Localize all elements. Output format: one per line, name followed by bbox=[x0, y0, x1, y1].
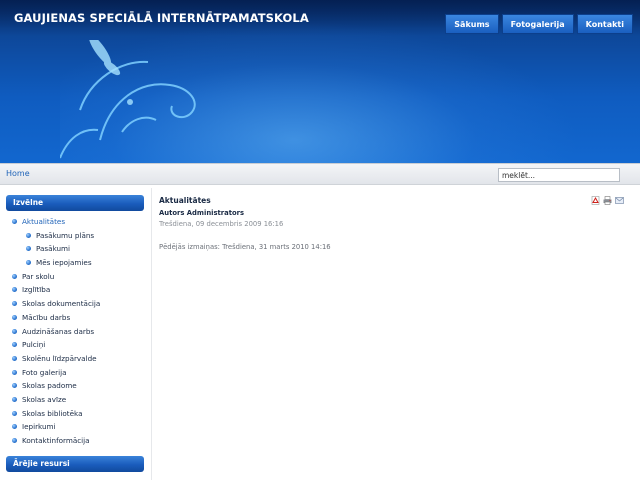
menu-item-skolas-avize[interactable]: Skolas avīze bbox=[6, 393, 146, 407]
pdf-icon[interactable] bbox=[591, 196, 600, 205]
menu-item-label: Aktualitātes bbox=[22, 217, 66, 226]
article-title: Aktualitātes bbox=[159, 196, 211, 205]
menu-item-iepirkumi[interactable]: Iepirkumi bbox=[6, 420, 146, 434]
menu-item-label: Kontaktinformācija bbox=[22, 436, 90, 445]
bullet-icon bbox=[26, 232, 31, 238]
breadcrumb-home-link[interactable]: Home bbox=[6, 169, 30, 178]
bullet-icon bbox=[12, 287, 17, 293]
menu-item-pulcini[interactable]: Pulciņi bbox=[6, 338, 146, 352]
swirl-ornament bbox=[60, 40, 196, 159]
nav-home[interactable]: Sākums bbox=[445, 14, 499, 34]
search-input[interactable] bbox=[498, 168, 620, 182]
menu-item-label: Foto galerija bbox=[22, 367, 67, 377]
menu-item-label: Pasākumu plāns bbox=[36, 230, 95, 240]
menu-item-label: Skolas dokumentācija bbox=[22, 299, 101, 309]
print-icon[interactable] bbox=[603, 196, 612, 205]
nav-photo-gallery[interactable]: Fotogalerija bbox=[501, 14, 574, 34]
menu-item-skolenu-lidzparvalde[interactable]: Skolēnu līdzpārvalde bbox=[6, 352, 146, 366]
menu-item-label: Iepirkumi bbox=[22, 422, 56, 432]
bullet-icon bbox=[12, 342, 17, 348]
menu-item-skolas-padome[interactable]: Skolas padome bbox=[6, 379, 146, 393]
menu-item-macibu-darbs[interactable]: Mācību darbs bbox=[6, 311, 146, 325]
nav-contacts[interactable]: Kontakti bbox=[576, 14, 633, 34]
menu-item-label: Audzināšanas darbs bbox=[22, 326, 95, 336]
menu-item-label: Skolas bibliotēka bbox=[22, 408, 83, 418]
menu-item-label: Par skolu bbox=[22, 271, 55, 281]
menu-item-label: Mēs iepojamies bbox=[36, 258, 92, 268]
menu-item-izglitiba[interactable]: Izglītība bbox=[6, 283, 146, 297]
menu-item-label: Skolas avīze bbox=[22, 394, 67, 404]
bullet-icon bbox=[12, 328, 17, 334]
article-tools bbox=[591, 196, 624, 205]
external-resources-heading: Ārējie resursi bbox=[6, 456, 144, 472]
column-divider bbox=[151, 188, 152, 480]
bullet-icon bbox=[12, 383, 17, 389]
bullet-icon bbox=[12, 314, 17, 320]
menu-item-mes-iepojamies[interactable]: Mēs iepojamies bbox=[6, 256, 146, 270]
bullet-icon bbox=[12, 273, 17, 279]
menu-item-aktualitates[interactable]: Aktualitātes bbox=[6, 215, 146, 229]
menu-item-label: Skolas padome bbox=[22, 381, 77, 391]
menu-item-skolas-dokumentacija[interactable]: Skolas dokumentācija bbox=[6, 297, 146, 311]
site-header: GAUJIENAS SPECIĀLĀ INTERNĀTPAMATSKOLA Sā… bbox=[0, 0, 640, 163]
bullet-icon bbox=[12, 219, 17, 224]
menu-item-label: Mācību darbs bbox=[22, 312, 71, 322]
menu-item-skolas-biblioteka[interactable]: Skolas bibliotēka bbox=[6, 407, 146, 421]
bullet-icon bbox=[12, 396, 17, 402]
menu-item-label: Pulciņi bbox=[22, 340, 46, 350]
article-author: Autors Administrators bbox=[159, 209, 245, 217]
article-created-date: Trešdiena, 09 decembris 2009 16:16 bbox=[159, 220, 284, 228]
article-modified-date: Pēdējās izmaiņas: Trešdiena, 31 marts 20… bbox=[159, 243, 331, 251]
bullet-icon bbox=[12, 369, 17, 375]
article: Aktualitātes Autors Administrators Trešd… bbox=[159, 196, 629, 251]
bullet-icon bbox=[12, 438, 17, 443]
menu-item-pasakumu-plans[interactable]: Pasākumu plāns bbox=[6, 229, 146, 243]
bullet-icon bbox=[12, 410, 17, 416]
bullet-icon bbox=[12, 301, 17, 307]
menu-heading: Izvēlne bbox=[6, 195, 144, 211]
bullet-icon bbox=[12, 355, 17, 361]
top-navigation: Sākums Fotogalerija Kontakti bbox=[445, 14, 633, 34]
bullet-icon bbox=[26, 260, 31, 266]
breadcrumb-bar: Home bbox=[0, 163, 640, 185]
menu-item-pasakumi[interactable]: Pasākumi bbox=[6, 242, 146, 256]
bullet-icon bbox=[12, 424, 17, 430]
bullet-icon bbox=[26, 246, 31, 252]
menu-item-label: Pasākumi bbox=[36, 244, 71, 254]
menu-item-par-skolu[interactable]: Par skolu bbox=[6, 270, 146, 284]
menu-item-label: Izglītība bbox=[22, 285, 51, 295]
menu-item-kontaktinformacija[interactable]: Kontaktinformācija bbox=[6, 434, 146, 448]
main-menu: Aktualitātes Pasākumu plāns Pasākumi Mēs… bbox=[6, 215, 146, 448]
menu-item-audzinasanas-darbs[interactable]: Audzināšanas darbs bbox=[6, 325, 146, 339]
menu-item-label: Skolēnu līdzpārvalde bbox=[22, 353, 97, 363]
email-icon[interactable] bbox=[615, 196, 624, 205]
menu-item-foto-galerija[interactable]: Foto galerija bbox=[6, 366, 146, 380]
site-title[interactable]: GAUJIENAS SPECIĀLĀ INTERNĀTPAMATSKOLA bbox=[14, 11, 309, 25]
